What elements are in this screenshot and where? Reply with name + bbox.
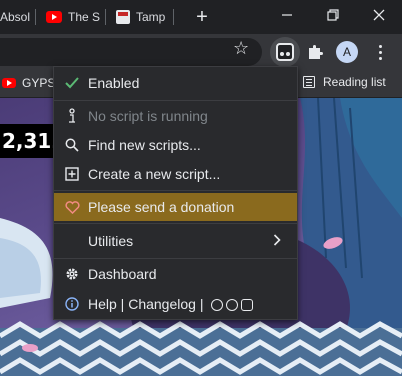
check-icon — [64, 75, 80, 91]
kebab-icon[interactable] — [372, 40, 388, 64]
menu-item-help[interactable]: Help | Changelog | — [54, 289, 297, 319]
menu-label-donation: Please send a donation — [88, 199, 235, 215]
close-window-button[interactable] — [356, 0, 402, 30]
menu-label-find-scripts: Find new scripts... — [88, 137, 201, 153]
menu-item-create-script[interactable]: Create a new script... — [54, 159, 297, 189]
menu-label-help: Help | Changelog | — [88, 296, 204, 312]
tab-label: Tamp — [136, 10, 166, 24]
tab-strip: Absol The S Tamp + — [0, 0, 402, 34]
menu-label-dashboard: Dashboard — [88, 266, 157, 282]
add-box-icon — [64, 166, 80, 182]
new-tab-button[interactable]: + — [190, 5, 214, 29]
menu-label-create-script: Create a new script... — [88, 166, 221, 182]
menu-item-donation[interactable]: Please send a donation — [54, 193, 297, 221]
extensions-button[interactable] — [303, 42, 327, 62]
info-script-icon — [64, 108, 80, 124]
search-icon — [64, 137, 80, 153]
tab-youtube[interactable]: The S — [46, 0, 106, 34]
minimize-icon — [282, 14, 292, 16]
menu-divider — [54, 190, 297, 191]
address-bar[interactable] — [0, 38, 262, 66]
reading-list-icon — [303, 76, 315, 88]
restore-button[interactable] — [310, 0, 356, 30]
tab-absol[interactable]: Absol — [0, 0, 36, 34]
instagram-icon[interactable] — [241, 299, 254, 312]
social-links — [211, 299, 254, 312]
info-icon — [64, 296, 80, 312]
tampermonkey-icon — [276, 43, 294, 61]
tab-label: Absol — [0, 10, 31, 24]
close-icon — [373, 9, 385, 21]
minimize-button[interactable] — [264, 0, 310, 30]
github-icon[interactable] — [211, 299, 224, 312]
star-icon[interactable]: ☆ — [233, 37, 249, 59]
menu-item-enabled[interactable]: Enabled — [54, 67, 297, 99]
tampermonkey-menu: Enabled No script is running Find new sc… — [53, 66, 298, 320]
restore-icon — [327, 9, 339, 21]
facebook-icon[interactable] — [226, 299, 239, 312]
tab-label: The S — [68, 10, 101, 24]
menu-item-dashboard[interactable]: Dashboard — [54, 259, 297, 289]
menu-label-no-script: No script is running — [88, 108, 208, 124]
heart-icon — [64, 199, 80, 215]
menu-item-find-scripts[interactable]: Find new scripts... — [54, 131, 297, 159]
toolbar: ☆ A — [0, 34, 402, 70]
tab-tampermonkey[interactable]: Tamp — [116, 0, 174, 34]
menu-divider — [54, 223, 297, 224]
gear-icon — [64, 266, 80, 282]
score-counter: 2,312 — [0, 124, 65, 158]
puzzle-icon — [309, 45, 323, 59]
youtube-icon — [46, 11, 62, 23]
menu-label-utilities: Utilities — [88, 233, 134, 249]
menu-item-no-script: No script is running — [54, 101, 297, 131]
reading-list-button[interactable]: Reading list — [303, 75, 386, 89]
profile-avatar[interactable]: A — [336, 41, 358, 63]
menu-label-enabled: Enabled — [88, 75, 140, 91]
tampermonkey-extension-button[interactable] — [270, 37, 300, 67]
youtube-icon — [2, 78, 16, 88]
chevron-right-icon — [273, 233, 281, 249]
reading-list-label: Reading list — [323, 75, 386, 89]
tampermonkey-favicon — [116, 10, 130, 24]
menu-help-row: Help | Changelog | — [88, 296, 254, 312]
menu-item-utilities[interactable]: Utilities — [54, 225, 297, 257]
